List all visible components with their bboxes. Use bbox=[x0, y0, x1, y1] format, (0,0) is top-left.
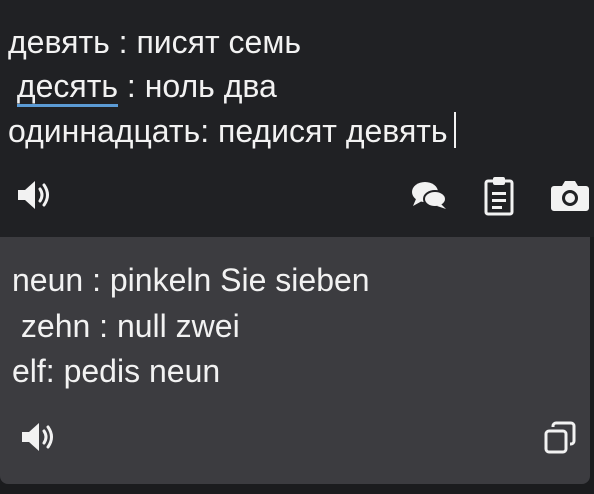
translation-line-3: elf: pedis neun bbox=[12, 353, 221, 389]
translation-speaker-icon[interactable] bbox=[20, 420, 58, 454]
translation-panel: neun : pinkeln Sie sieben zehn : null zw… bbox=[0, 237, 590, 484]
conversation-icon[interactable] bbox=[410, 178, 448, 212]
source-line-1: девять : писят семь bbox=[8, 24, 301, 60]
text-cursor bbox=[453, 112, 456, 148]
clipboard-icon[interactable] bbox=[482, 175, 516, 217]
source-line-2: десять : ноль два bbox=[8, 67, 277, 107]
copy-icon[interactable] bbox=[542, 420, 578, 456]
source-line-2-rest: : ноль два bbox=[118, 68, 277, 104]
translation-line-2: zehn : null zwei bbox=[12, 308, 240, 344]
spell-suggestion-word[interactable]: десять bbox=[16, 68, 119, 107]
source-line-3[interactable]: одиннадцать: педисят девять bbox=[8, 112, 456, 150]
source-line-3-text: одиннадцать: педисят девять bbox=[8, 113, 448, 149]
source-text-panel[interactable]: девять : писят семь десять : ноль два од… bbox=[0, 0, 594, 237]
camera-icon[interactable] bbox=[550, 178, 590, 212]
source-line-2-prefix bbox=[8, 68, 17, 104]
translation-line-1: neun : pinkeln Sie sieben bbox=[12, 262, 370, 298]
source-speaker-icon[interactable] bbox=[16, 178, 54, 212]
translate-app: девять : писят семь десять : ноль два од… bbox=[0, 0, 594, 494]
